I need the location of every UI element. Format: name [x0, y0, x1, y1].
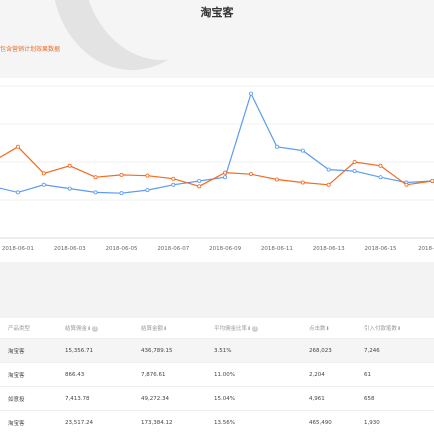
x-tick-label: 2018-06-03 [54, 246, 86, 252]
column-header[interactable]: 引入付款笔数⬇ [364, 318, 434, 339]
data-point[interactable] [67, 163, 72, 168]
data-table: 产品类型 结算佣金⬇? 结算金额⬇ 平均佣金比率⬇? 点击数⬇ 引入付款笔数⬇ 淘宝客 15… [0, 318, 434, 434]
data-point[interactable] [145, 173, 150, 178]
x-tick-label: 2018-06-13 [313, 246, 345, 252]
data-point[interactable] [430, 179, 434, 183]
data-point[interactable] [300, 148, 305, 153]
column-header-label: 点击数 [309, 326, 326, 332]
table-cell: 866.43 [65, 362, 141, 387]
data-point[interactable] [41, 182, 46, 187]
series-line-1 [0, 146, 433, 187]
column-header-label: 平均佣金比率 [214, 326, 248, 332]
table-cell: 465,490 [309, 410, 364, 434]
data-table-card: 产品类型 结算佣金⬇? 结算金额⬇ 平均佣金比率⬇? 点击数⬇ 引入付款笔数⬇ 淘宝客 15… [0, 318, 434, 434]
column-header: 产品类型 [0, 318, 65, 339]
data-point[interactable] [223, 175, 228, 180]
data-point[interactable] [171, 182, 176, 187]
page-title: 淘宝客 [200, 6, 234, 19]
x-tick-label: 2018-06-05 [106, 246, 138, 252]
sort-arrow-icon[interactable]: ⬇ [247, 326, 251, 332]
page-subtitle: 包含营销计划效果数据 [0, 46, 61, 53]
column-header-label: 引入付款笔数 [364, 326, 398, 332]
data-point[interactable] [300, 180, 305, 185]
column-header[interactable]: 平均佣金比率⬇? [214, 318, 309, 339]
table-row[interactable]: 淘宝客 23,517.24 173,384.12 13.56% 465,490 1,930 [0, 410, 434, 434]
table-cell: 如意投 [0, 386, 65, 411]
table-cell: 268,023 [309, 338, 364, 363]
table-cell: 7,413.78 [65, 386, 141, 411]
table-cell: 436,789.15 [141, 338, 214, 363]
table-cell: 淘宝客 [0, 362, 65, 387]
help-icon[interactable]: ? [252, 325, 259, 332]
table-row[interactable]: 淘宝客 15,356.71 436,789.15 3.51% 268,023 7,246 [0, 338, 434, 363]
column-header[interactable]: 结算金额⬇ [141, 318, 214, 339]
header-banner: 淘宝客 包含营销计划效果数据 [0, 0, 434, 78]
x-tick-label: 2018-06-01 [2, 246, 34, 252]
table-cell: 4,961 [309, 386, 364, 411]
series-line-0 [0, 91, 433, 194]
x-tick-label: 2018-06-11 [261, 246, 293, 252]
data-point[interactable] [145, 188, 150, 193]
data-point[interactable] [378, 175, 383, 180]
data-point[interactable] [197, 184, 202, 189]
line-chart-card: 2018-06-01 2018-06-03 2018-06-05 2018-06-07… [0, 78, 434, 262]
table-cell: 1,930 [364, 410, 434, 434]
data-point[interactable] [93, 190, 98, 195]
table-cell: 11.00% [214, 362, 309, 387]
table-cell: 173,384.12 [141, 410, 214, 434]
sort-arrow-icon[interactable]: ⬇ [397, 326, 401, 332]
table-body: 淘宝客 15,356.71 436,789.15 3.51% 268,023 7,246 淘… [0, 338, 434, 434]
data-point[interactable] [352, 169, 357, 174]
help-icon[interactable]: ? [92, 325, 99, 332]
data-point[interactable] [378, 163, 383, 168]
table-row[interactable]: 淘宝客 866.43 7,876.61 11.00% 2,204 61 [0, 362, 434, 387]
data-point[interactable] [171, 176, 176, 181]
table-header-row: 产品类型 结算佣金⬇? 结算金额⬇ 平均佣金比率⬇? 点击数⬇ 引入付款笔数⬇ [0, 318, 434, 339]
data-point[interactable] [15, 144, 20, 149]
data-point[interactable] [274, 177, 279, 182]
data-point[interactable] [119, 191, 124, 196]
x-tick-label: 2018-06-07 [157, 246, 189, 252]
table-cell: 7,876.61 [141, 362, 214, 387]
table-cell: 3.51% [214, 338, 309, 363]
line-chart: 2018-06-01 2018-06-03 2018-06-05 2018-06-07… [0, 85, 434, 252]
table-cell: 15.04% [214, 386, 309, 411]
table-cell: 49,272.34 [141, 386, 214, 411]
table-cell: 13.56% [214, 410, 309, 434]
table-cell: 15,356.71 [65, 338, 141, 363]
table-cell: 658 [364, 386, 434, 411]
column-header[interactable]: 点击数⬇ [309, 318, 364, 339]
data-point[interactable] [248, 91, 253, 96]
table-cell: 2,204 [309, 362, 364, 387]
table-cell: 7,246 [364, 338, 434, 363]
table-cell: 23,517.24 [65, 410, 141, 434]
column-header[interactable]: 结算佣金⬇? [65, 318, 141, 339]
data-point[interactable] [15, 190, 20, 195]
data-point[interactable] [197, 179, 202, 184]
sort-arrow-icon[interactable]: ⬇ [163, 326, 167, 332]
data-point[interactable] [67, 186, 72, 191]
sort-arrow-icon[interactable]: ⬇ [326, 326, 330, 332]
data-point[interactable] [248, 172, 253, 177]
data-point[interactable] [223, 170, 228, 175]
data-point[interactable] [41, 171, 46, 176]
table-cell: 淘宝客 [0, 410, 65, 434]
column-header-label: 产品类型 [8, 326, 31, 332]
column-header-label: 结算金额 [141, 326, 164, 332]
x-tick-label: 2018-06-09 [209, 246, 241, 252]
data-point[interactable] [326, 182, 331, 187]
sort-arrow-icon[interactable]: ⬇ [87, 326, 91, 332]
x-tick-label: 2018-06-0 [418, 246, 434, 252]
table-row[interactable]: 如意投 7,413.78 49,272.34 15.04% 4,961 658 [0, 386, 434, 411]
data-point[interactable] [119, 172, 124, 177]
data-point[interactable] [274, 144, 279, 149]
x-tick-label: 2018-06-15 [365, 246, 397, 252]
data-point[interactable] [352, 160, 357, 165]
data-point[interactable] [404, 182, 409, 187]
table-cell: 61 [364, 362, 434, 387]
data-point[interactable] [326, 167, 331, 172]
table-cell: 淘宝客 [0, 338, 65, 363]
data-point[interactable] [93, 175, 98, 180]
column-header-label: 结算佣金 [65, 326, 88, 332]
